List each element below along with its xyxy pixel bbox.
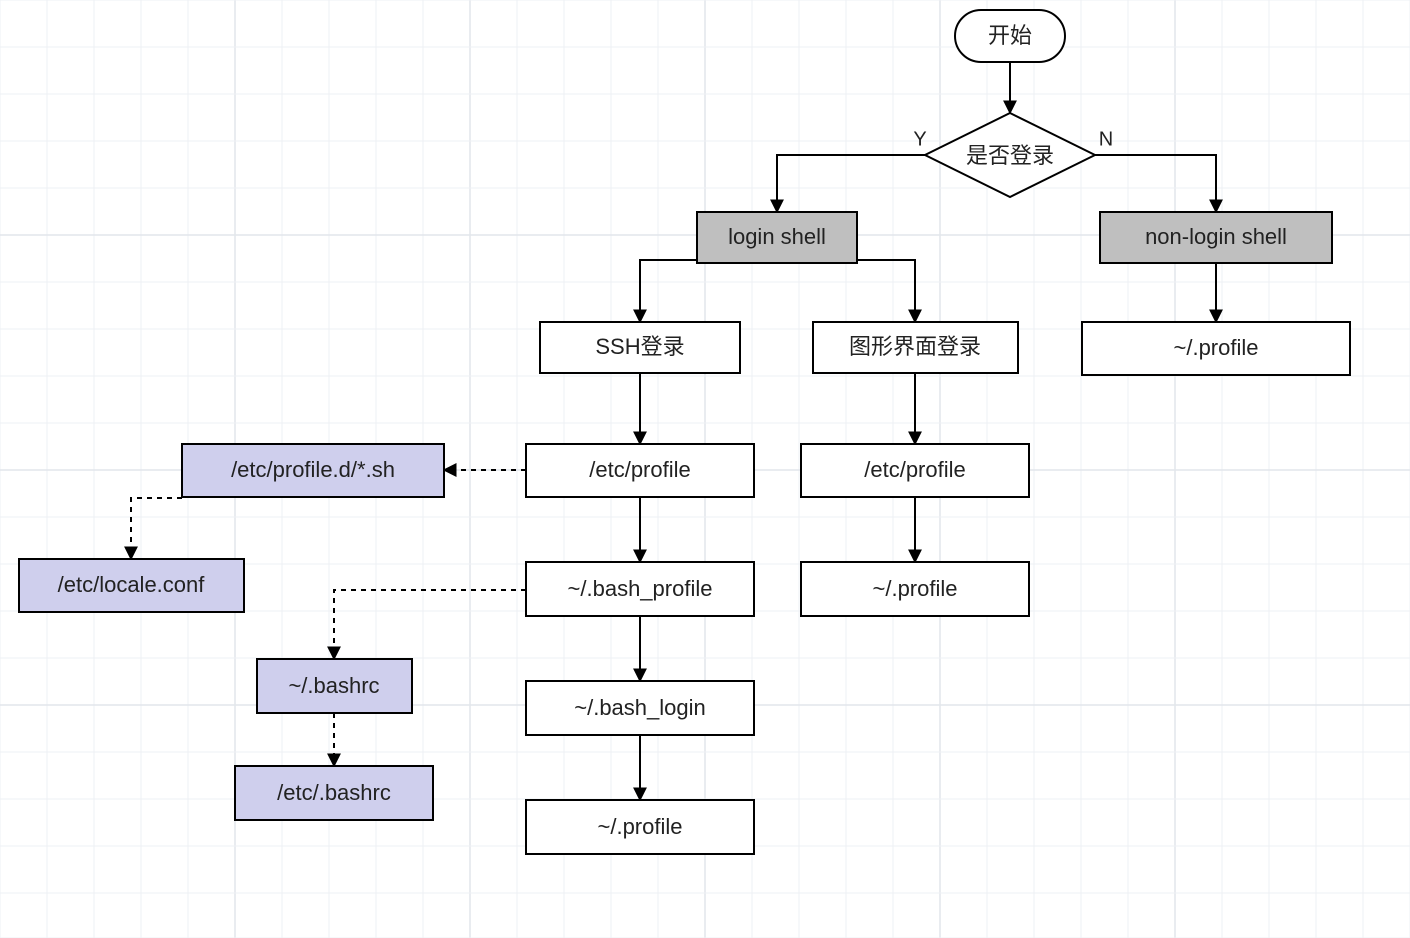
node-profile1-label: ~/.profile	[598, 814, 683, 839]
node-gui-label: 图形界面登录	[849, 334, 981, 359]
node-decision-label: 是否登录	[966, 143, 1054, 168]
flowchart-canvas: Y N 开始 是否登录 login shell non-login shell …	[0, 0, 1410, 938]
node-etc-bashrc-label: /etc/.bashrc	[277, 780, 391, 805]
edge-label-no: N	[1099, 128, 1113, 150]
node-profiled-label: /etc/profile.d/*.sh	[231, 457, 395, 482]
edge-login-gui	[857, 260, 915, 322]
node-bash-login-label: ~/.bash_login	[574, 695, 706, 720]
node-ssh-label: SSH登录	[595, 334, 684, 359]
edge-bashprofile-bashrc	[334, 590, 526, 659]
edge-decision-no	[1090, 155, 1216, 212]
edge-login-ssh	[640, 260, 697, 322]
node-profile2-label: ~/.profile	[873, 576, 958, 601]
node-login-shell-label: login shell	[728, 224, 826, 249]
node-bashrc-label: ~/.bashrc	[288, 673, 379, 698]
node-etc-profile2-label: /etc/profile	[864, 457, 966, 482]
node-profile3-label: ~/.profile	[1174, 335, 1259, 360]
node-locale-label: /etc/locale.conf	[58, 572, 206, 597]
node-nonlogin-shell-label: non-login shell	[1145, 224, 1287, 249]
edge-decision-yes	[777, 155, 930, 212]
edge-profiled-locale	[131, 498, 182, 559]
node-bash-profile-label: ~/.bash_profile	[568, 576, 713, 601]
node-start-label: 开始	[988, 23, 1032, 48]
edge-label-yes: Y	[913, 128, 926, 150]
node-etc-profile1-label: /etc/profile	[589, 457, 691, 482]
